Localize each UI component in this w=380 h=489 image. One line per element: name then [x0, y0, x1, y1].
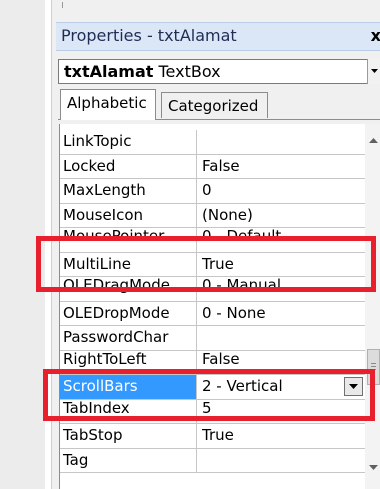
- property-value[interactable]: [202, 130, 365, 154]
- tab-alphabetic[interactable]: Alphabetic: [60, 89, 156, 120]
- property-name: MaxLength: [60, 179, 197, 203]
- scroll-up-arrow-icon: [369, 138, 378, 143]
- property-value[interactable]: (None): [202, 204, 365, 228]
- tab-strip: Alphabetic Categorized: [58, 88, 380, 121]
- property-name: Tag: [60, 448, 197, 472]
- property-grid: LinkTopic Locked False MaxLength 0 Mouse…: [59, 124, 380, 489]
- property-value[interactable]: True: [202, 424, 365, 448]
- property-row-linktopic[interactable]: LinkTopic: [60, 130, 365, 155]
- property-row-locked[interactable]: Locked False: [60, 154, 365, 179]
- scrollbar-grip-icon: [371, 363, 376, 364]
- scroll-down-arrow-icon: [369, 465, 378, 470]
- property-name: Locked: [60, 154, 197, 178]
- scroll-up-button[interactable]: [365, 124, 380, 154]
- window-title: Properties - txtAlamat: [61, 26, 237, 45]
- property-name: TabStop: [60, 424, 197, 448]
- property-value[interactable]: 0: [202, 179, 365, 203]
- object-label: txtAlamat TextBox: [64, 62, 221, 81]
- property-name: LinkTopic: [60, 130, 197, 154]
- edge-mark: [62, 2, 63, 8]
- property-value[interactable]: [202, 326, 365, 350]
- tab-categorized[interactable]: Categorized: [161, 92, 268, 118]
- property-row-tag[interactable]: Tag: [60, 448, 365, 473]
- object-name: txtAlamat: [64, 62, 154, 81]
- object-type: TextBox: [158, 62, 221, 81]
- property-row-oledropmode[interactable]: OLEDropMode 0 - None: [60, 301, 365, 326]
- property-row-passwordchar[interactable]: PasswordChar: [60, 326, 365, 351]
- title-bar[interactable]: Properties - txtAlamat x: [56, 22, 380, 51]
- property-name: PasswordChar: [60, 326, 197, 350]
- property-value[interactable]: 0 - None: [202, 302, 365, 326]
- highlight-box-multiline: [36, 236, 376, 292]
- object-selector[interactable]: txtAlamat TextBox: [58, 59, 380, 84]
- property-row-maxlength[interactable]: MaxLength 0: [60, 179, 365, 204]
- property-value[interactable]: False: [202, 155, 365, 179]
- highlight-box-scrollbars: [43, 369, 375, 421]
- property-value[interactable]: [202, 449, 365, 473]
- window-top-edge: [52, 0, 380, 20]
- vertical-scrollbar[interactable]: [365, 124, 380, 489]
- property-name: OLEDropMode: [60, 301, 197, 325]
- property-row-tabstop[interactable]: TabStop True: [60, 424, 365, 449]
- property-row-mouseicon[interactable]: MouseIcon (None): [60, 203, 365, 228]
- chevron-down-icon: [371, 69, 378, 73]
- scrollbar-grip-icon: [371, 366, 376, 367]
- property-name: MouseIcon: [60, 203, 197, 227]
- property-list: LinkTopic Locked False MaxLength 0 Mouse…: [60, 130, 365, 473]
- close-icon[interactable]: x: [371, 26, 380, 45]
- object-selector-dropdown-button[interactable]: [367, 59, 380, 84]
- scroll-down-button[interactable]: [365, 457, 380, 487]
